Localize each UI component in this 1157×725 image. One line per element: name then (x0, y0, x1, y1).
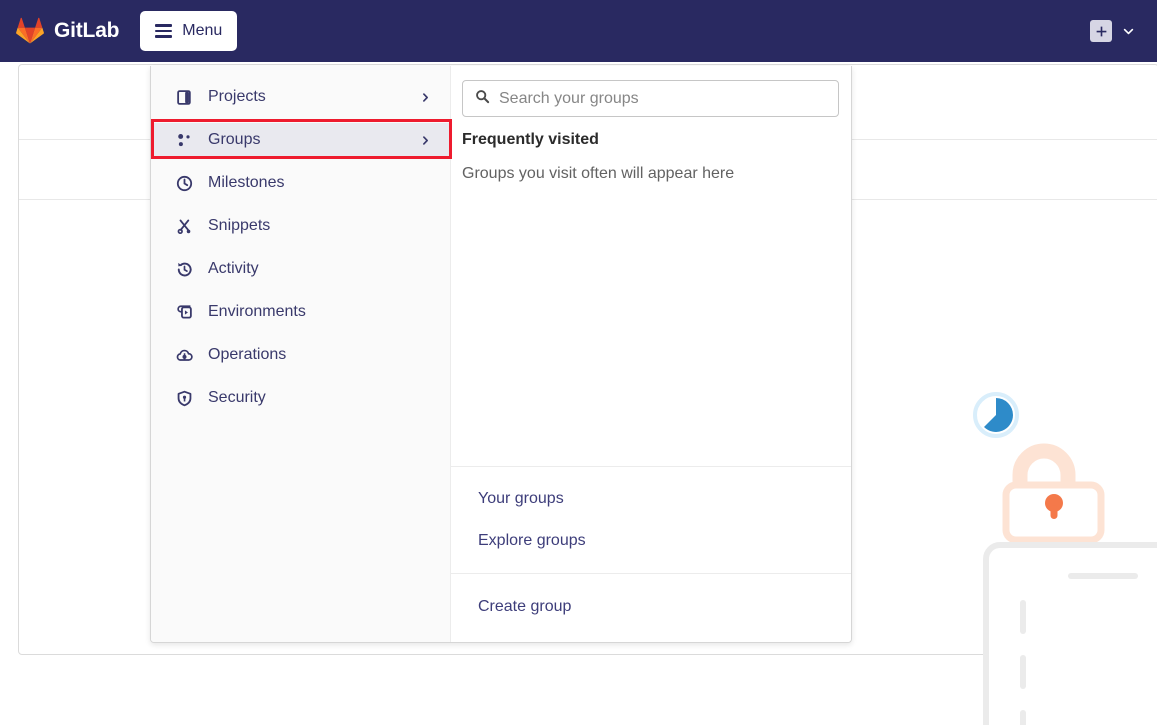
gitlab-tanuki-icon (16, 17, 44, 45)
sidebar-item-label: Activity (208, 260, 432, 278)
menu-button-label: Menu (182, 22, 222, 40)
chevron-down-glyph (1122, 25, 1135, 38)
plus-glyph (1095, 25, 1108, 38)
frequently-visited-empty-text: Groups you visit often will appear here (462, 165, 851, 183)
environment-icon (174, 302, 194, 322)
groups-panel: Frequently visited Groups you visit ofte… (451, 66, 851, 642)
sidebar-item-environments[interactable]: Environments (151, 295, 450, 329)
group-icon (174, 130, 194, 150)
explore-groups-link[interactable]: Explore groups (451, 526, 851, 556)
shield-icon (174, 388, 194, 408)
group-search-wrap (451, 66, 851, 117)
scissors-icon (174, 216, 194, 236)
your-groups-link[interactable]: Your groups (451, 484, 851, 514)
clock-icon (174, 173, 194, 193)
sidebar-item-label: Groups (208, 131, 418, 149)
sidebar-item-label: Security (208, 389, 432, 407)
sidebar-item-groups[interactable]: Groups (151, 123, 450, 157)
sidebar-item-label: Projects (208, 88, 418, 106)
project-icon (174, 87, 194, 107)
group-links-section: Your groups Explore groups (451, 466, 851, 573)
history-icon (174, 259, 194, 279)
search-input[interactable] (499, 90, 826, 108)
cloud-gear-icon (174, 345, 194, 365)
create-group-section: Create group (451, 573, 851, 642)
chevron-down-icon[interactable] (1121, 24, 1135, 38)
sidebar-item-operations[interactable]: Operations (151, 338, 450, 372)
main-menu-dropdown: Projects Groups (150, 66, 852, 643)
sidebar-item-label: Operations (208, 346, 432, 364)
dropdown-nav-list: Projects Groups (151, 66, 451, 642)
brand-name: GitLab (54, 19, 119, 43)
group-search-box[interactable] (462, 80, 839, 117)
sidebar-item-label: Environments (208, 303, 432, 321)
frequently-visited-heading: Frequently visited (462, 131, 851, 149)
panel-spacer (451, 183, 851, 466)
chevron-right-icon (418, 133, 432, 147)
create-group-link[interactable]: Create group (451, 592, 851, 622)
top-navbar: GitLab Menu (0, 0, 1157, 62)
plus-icon[interactable] (1090, 20, 1112, 42)
menu-button[interactable]: Menu (140, 11, 237, 51)
chevron-right-icon (418, 90, 432, 104)
navbar-right-actions (1090, 20, 1157, 42)
sidebar-item-label: Milestones (208, 174, 432, 192)
sidebar-item-snippets[interactable]: Snippets (151, 209, 450, 243)
sidebar-item-milestones[interactable]: Milestones (151, 166, 450, 200)
search-icon (475, 89, 490, 109)
sidebar-item-projects[interactable]: Projects (151, 80, 450, 114)
hamburger-icon (155, 24, 172, 38)
sidebar-item-security[interactable]: Security (151, 381, 450, 415)
sidebar-item-label: Snippets (208, 217, 432, 235)
sidebar-item-activity[interactable]: Activity (151, 252, 450, 286)
